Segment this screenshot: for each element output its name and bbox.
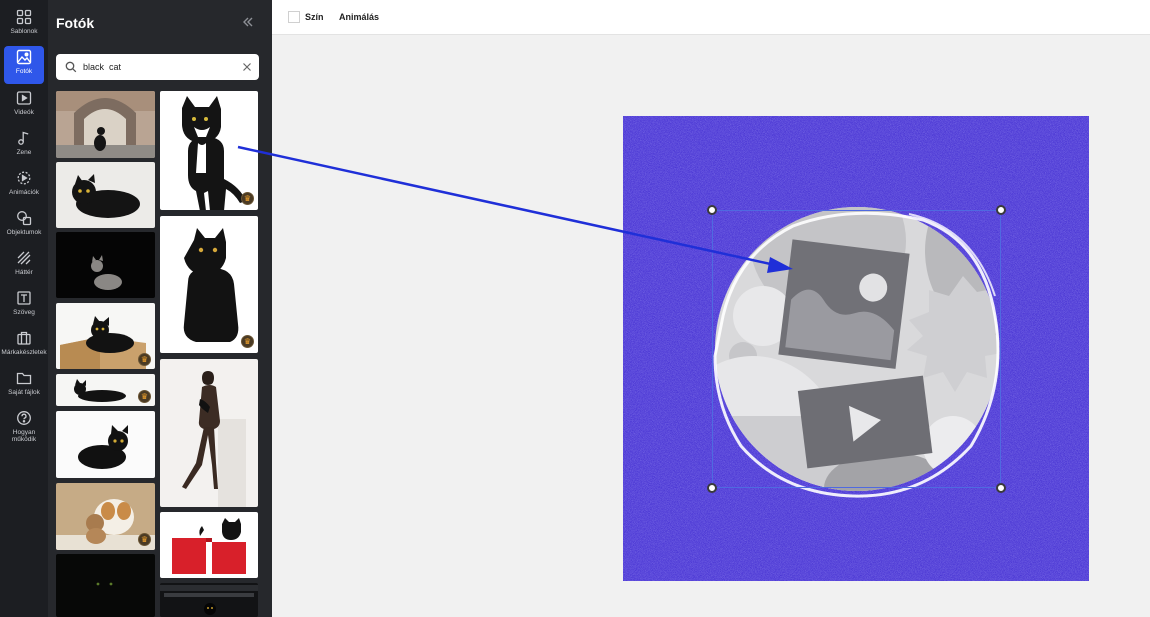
rail-item-zene[interactable]: Zene bbox=[4, 127, 44, 165]
grid-icon bbox=[16, 9, 32, 25]
animate-button[interactable]: Animálás bbox=[339, 12, 379, 22]
rail-label: Zene bbox=[16, 149, 32, 156]
resize-handle-top-left[interactable] bbox=[707, 205, 717, 215]
photo-thumbnail[interactable] bbox=[160, 583, 258, 617]
rail-item-hatter[interactable]: Háttér bbox=[4, 247, 44, 285]
photo-thumbnail[interactable] bbox=[56, 162, 155, 228]
help-icon bbox=[17, 411, 31, 425]
rail-item-markakeszletek[interactable]: Márkakészletek bbox=[1, 327, 47, 365]
rail-label: Videók bbox=[14, 109, 34, 116]
photo-thumbnail[interactable] bbox=[160, 512, 258, 578]
premium-badge-icon: ♛ bbox=[138, 390, 151, 403]
rail-item-objektumok[interactable]: Objektumok bbox=[4, 207, 44, 245]
animation-icon bbox=[17, 171, 31, 185]
search-input[interactable] bbox=[83, 58, 233, 76]
resize-handle-bottom-right[interactable] bbox=[996, 483, 1006, 493]
background-icon bbox=[17, 251, 31, 265]
premium-badge-icon: ♛ bbox=[138, 353, 151, 366]
search-box bbox=[56, 54, 259, 80]
premium-badge-icon: ♛ bbox=[138, 533, 151, 546]
collapse-panel-icon[interactable] bbox=[241, 15, 255, 29]
rail-label: Sablonok bbox=[10, 28, 38, 35]
rail-item-videok[interactable]: Videók bbox=[4, 87, 44, 125]
image-icon bbox=[16, 49, 32, 65]
resize-handle-bottom-left[interactable] bbox=[707, 483, 717, 493]
color-button[interactable]: Szín bbox=[305, 12, 324, 22]
rail-label: Saját fájlok bbox=[8, 389, 40, 396]
photo-thumbnail[interactable]: ♛ bbox=[56, 374, 155, 406]
search-icon bbox=[65, 61, 77, 73]
photo-thumbnail[interactable]: ♛ bbox=[56, 483, 155, 550]
rail-label: Objektumok bbox=[6, 229, 42, 236]
rail-label: Háttér bbox=[15, 269, 33, 276]
photo-thumbnail[interactable]: ♛ bbox=[160, 216, 258, 353]
shapes-icon bbox=[17, 211, 32, 226]
photo-thumbnail[interactable]: ♛ bbox=[160, 91, 258, 210]
panel-title: Fotók bbox=[56, 15, 95, 31]
clear-search-icon[interactable] bbox=[242, 62, 252, 72]
rail-label: Szöveg bbox=[13, 309, 35, 316]
play-icon bbox=[16, 91, 32, 105]
rail-item-sablonok[interactable]: Sablonok bbox=[4, 6, 44, 44]
rail-item-animaciok[interactable]: Animációk bbox=[4, 167, 44, 205]
color-swatch[interactable] bbox=[288, 11, 300, 23]
photo-thumbnail[interactable] bbox=[56, 232, 155, 298]
rail-label: Hogyan működik bbox=[11, 429, 37, 443]
premium-badge-icon: ♛ bbox=[241, 335, 254, 348]
photo-thumbnail[interactable]: ♛ bbox=[56, 303, 155, 369]
left-rail: Sablonok Fotók Videók Zene Animációk Obj… bbox=[0, 0, 48, 617]
photos-panel: Fotók black cat ♛ ♛ ♛ ♛ ♛ bbox=[48, 0, 272, 617]
photo-thumbnail[interactable] bbox=[56, 411, 155, 478]
rail-item-hogyan-mukodik[interactable]: Hogyan működik bbox=[4, 407, 44, 451]
rail-label: Márkakészletek bbox=[1, 349, 47, 356]
rail-item-sajat-fajlok[interactable]: Saját fájlok bbox=[4, 367, 44, 405]
photo-thumbnail[interactable] bbox=[56, 554, 155, 617]
folder-icon bbox=[16, 372, 32, 385]
rail-item-fotok[interactable]: Fotók bbox=[4, 46, 44, 84]
photo-thumbnail[interactable] bbox=[56, 91, 155, 158]
selection-frame bbox=[712, 210, 1001, 488]
rail-item-szoveg[interactable]: Szöveg bbox=[4, 287, 44, 325]
top-toolbar: Szín Animálás bbox=[272, 0, 1150, 35]
music-icon bbox=[18, 131, 29, 145]
text-icon bbox=[17, 291, 31, 305]
photo-thumbnail[interactable] bbox=[160, 359, 258, 507]
premium-badge-icon: ♛ bbox=[241, 192, 254, 205]
briefcase-icon bbox=[17, 331, 31, 345]
resize-handle-top-right[interactable] bbox=[996, 205, 1006, 215]
rail-label: Fotók bbox=[15, 68, 33, 75]
rail-label: Animációk bbox=[9, 189, 39, 196]
